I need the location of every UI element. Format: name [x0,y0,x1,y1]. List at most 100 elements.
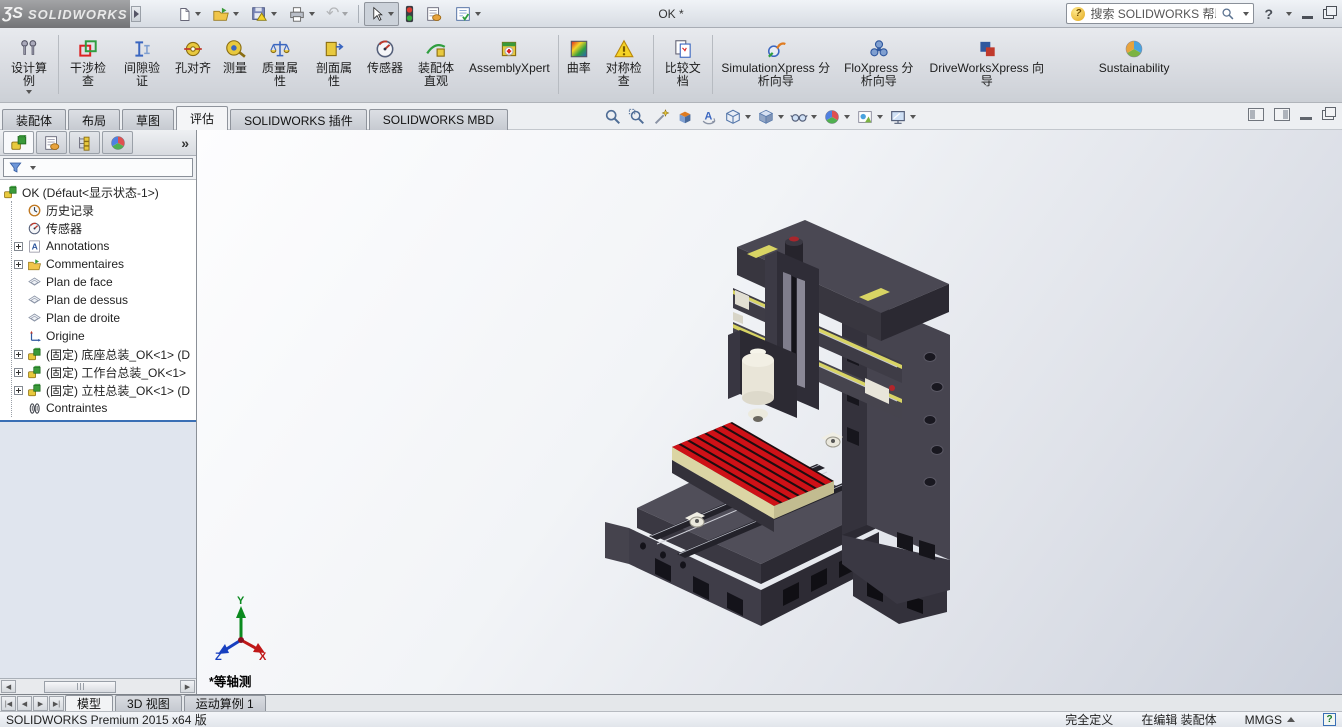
expand-icon[interactable] [14,386,23,395]
cnc-machine-model[interactable] [597,192,973,632]
tree-item-worktable-subassembly[interactable]: (固定) 工作台总装_OK<1> [14,363,196,381]
filter-caret-icon[interactable] [30,166,36,170]
measure-button[interactable]: 测量 [217,31,253,77]
display-style-button[interactable] [755,107,786,127]
design-study-caret-icon[interactable] [26,90,32,94]
displaymanager-tab[interactable] [102,131,133,154]
save-dropdown-caret-icon[interactable] [271,12,277,16]
units-selector[interactable]: MMGS [1245,713,1295,727]
apply-scene-caret-icon[interactable] [877,115,883,119]
tab-sketch[interactable]: 草图 [122,109,174,130]
search-box[interactable]: ? [1066,3,1254,24]
edit-appearance-button[interactable] [821,107,852,127]
search-input[interactable] [1090,7,1216,21]
sensors-button[interactable]: 传感器 [361,31,409,77]
scrollbar-thumb[interactable] [44,681,116,693]
undo-button[interactable]: ↶ [321,2,353,26]
configurationmanager-tab[interactable] [69,131,100,154]
view-settings-caret-icon[interactable] [910,115,916,119]
collapse-right-pane-button[interactable] [1274,108,1290,121]
filter-funnel-icon[interactable] [8,160,23,175]
hide-show-caret-icon[interactable] [811,115,817,119]
status-help-button[interactable]: ? [1323,713,1336,726]
mass-properties-button[interactable]: 质量属性 [253,31,307,90]
tree-root-item[interactable]: OK (Défaut<显示状态-1>) [3,183,196,201]
view-orientation-caret-icon[interactable] [745,115,751,119]
driveworksxpress-button[interactable]: DriveWorksXpress 向导 [921,31,1053,90]
minimize-button[interactable] [1302,16,1313,19]
tree-filter-box[interactable] [3,158,193,177]
expand-icon[interactable] [14,368,23,377]
print-dropdown-caret-icon[interactable] [309,12,315,16]
scroll-left-button[interactable]: ◀ [1,680,16,693]
tree-item-mates[interactable]: Contraintes [14,399,196,417]
expand-icon[interactable] [14,242,23,251]
new-document-button[interactable] [172,2,206,26]
design-study-button[interactable]: 设计算例 [2,31,56,96]
search-icon[interactable] [1221,7,1235,21]
panel-horizontal-scrollbar[interactable]: ◀ ▶ [0,678,196,694]
tab-scroll-next-button[interactable]: ▶ [33,696,48,711]
curvature-button[interactable]: 曲率 [561,31,597,77]
tab-scroll-last-button[interactable]: ▶| [49,696,64,711]
tree-item-right-plane[interactable]: Plan de droite [14,309,196,327]
tree-item-column-subassembly[interactable]: (固定) 立柱总装_OK<1> (D [14,381,196,399]
assembly-visualization-button[interactable]: 装配体直观 [409,31,463,90]
symmetry-check-button[interactable]: 对称检查 [597,31,651,90]
section-properties-button[interactable]: 剖面属性 [307,31,361,90]
collapse-left-pane-button[interactable] [1248,108,1264,121]
hide-show-items-button[interactable] [788,107,819,127]
tab-solidworks-mbd[interactable]: SOLIDWORKS MBD [369,109,508,130]
hole-alignment-button[interactable]: 孔对齐 [169,31,217,77]
propertymanager-tab[interactable] [36,131,67,154]
document-restore-button[interactable] [1322,110,1334,120]
tree-item-comments[interactable]: Commentaires [14,255,196,273]
select-tool-button[interactable] [364,2,399,26]
tree-item-history[interactable]: 历史记录 [14,201,196,219]
view-settings-button[interactable] [887,107,918,127]
new-dropdown-caret-icon[interactable] [195,12,201,16]
select-dropdown-caret-icon[interactable] [388,12,394,16]
model-tab[interactable]: 模型 [65,695,113,711]
tab-scroll-first-button[interactable]: |◀ [1,696,16,711]
section-view-button[interactable] [674,107,696,127]
save-button[interactable] [245,2,282,26]
tab-scroll-prev-button[interactable]: ◀ [17,696,32,711]
expand-icon[interactable] [14,350,23,359]
floxpress-button[interactable]: FloXpress 分析向导 [837,31,921,90]
open-button[interactable] [207,2,244,26]
help-dropdown-caret-icon[interactable] [1286,12,1292,16]
view-orientation-button[interactable] [722,107,753,127]
clearance-verification-button[interactable]: 间隙验证 [115,31,169,90]
expand-icon[interactable] [14,260,23,269]
scroll-right-button[interactable]: ▶ [180,680,195,693]
featuremanager-tree-tab[interactable] [3,131,34,154]
help-button[interactable]: ? [1264,6,1273,22]
search-dropdown-caret-icon[interactable] [1243,12,1249,16]
print-button[interactable] [283,2,320,26]
zoom-to-area-button[interactable] [626,107,648,127]
previous-view-button[interactable] [650,107,672,127]
assemblyxpert-button[interactable]: AssemblyXpert [463,31,556,77]
3d-views-tab[interactable]: 3D 视图 [115,695,182,711]
tree-item-origin[interactable]: Origine [14,327,196,345]
tab-evaluate[interactable]: 评估 [176,106,228,130]
menu-expand-button[interactable] [131,6,141,22]
tab-layout[interactable]: 布局 [68,109,120,130]
sustainability-button[interactable]: Sustainability [1093,31,1176,77]
tree-item-sensors[interactable]: 传感器 [14,219,196,237]
simulationxpress-button[interactable]: SimulationXpress 分析向导 [715,31,837,90]
edit-appearance-caret-icon[interactable] [844,115,850,119]
restore-window-button[interactable] [1323,9,1334,19]
compare-documents-button[interactable]: 比较文档 [656,31,710,90]
tab-solidworks-addins[interactable]: SOLIDWORKS 插件 [230,109,367,130]
tree-item-top-plane[interactable]: Plan de dessus [14,291,196,309]
dynamic-annotation-views-button[interactable] [698,107,720,127]
open-dropdown-caret-icon[interactable] [233,12,239,16]
motion-study-tab[interactable]: 运动算例 1 [184,695,266,711]
tree-item-annotations[interactable]: Annotations [14,237,196,255]
zoom-to-fit-button[interactable] [602,107,624,127]
interference-detection-button[interactable]: 干涉检查 [61,31,115,90]
display-style-caret-icon[interactable] [778,115,784,119]
panel-overflow-chevron[interactable]: » [181,135,189,151]
